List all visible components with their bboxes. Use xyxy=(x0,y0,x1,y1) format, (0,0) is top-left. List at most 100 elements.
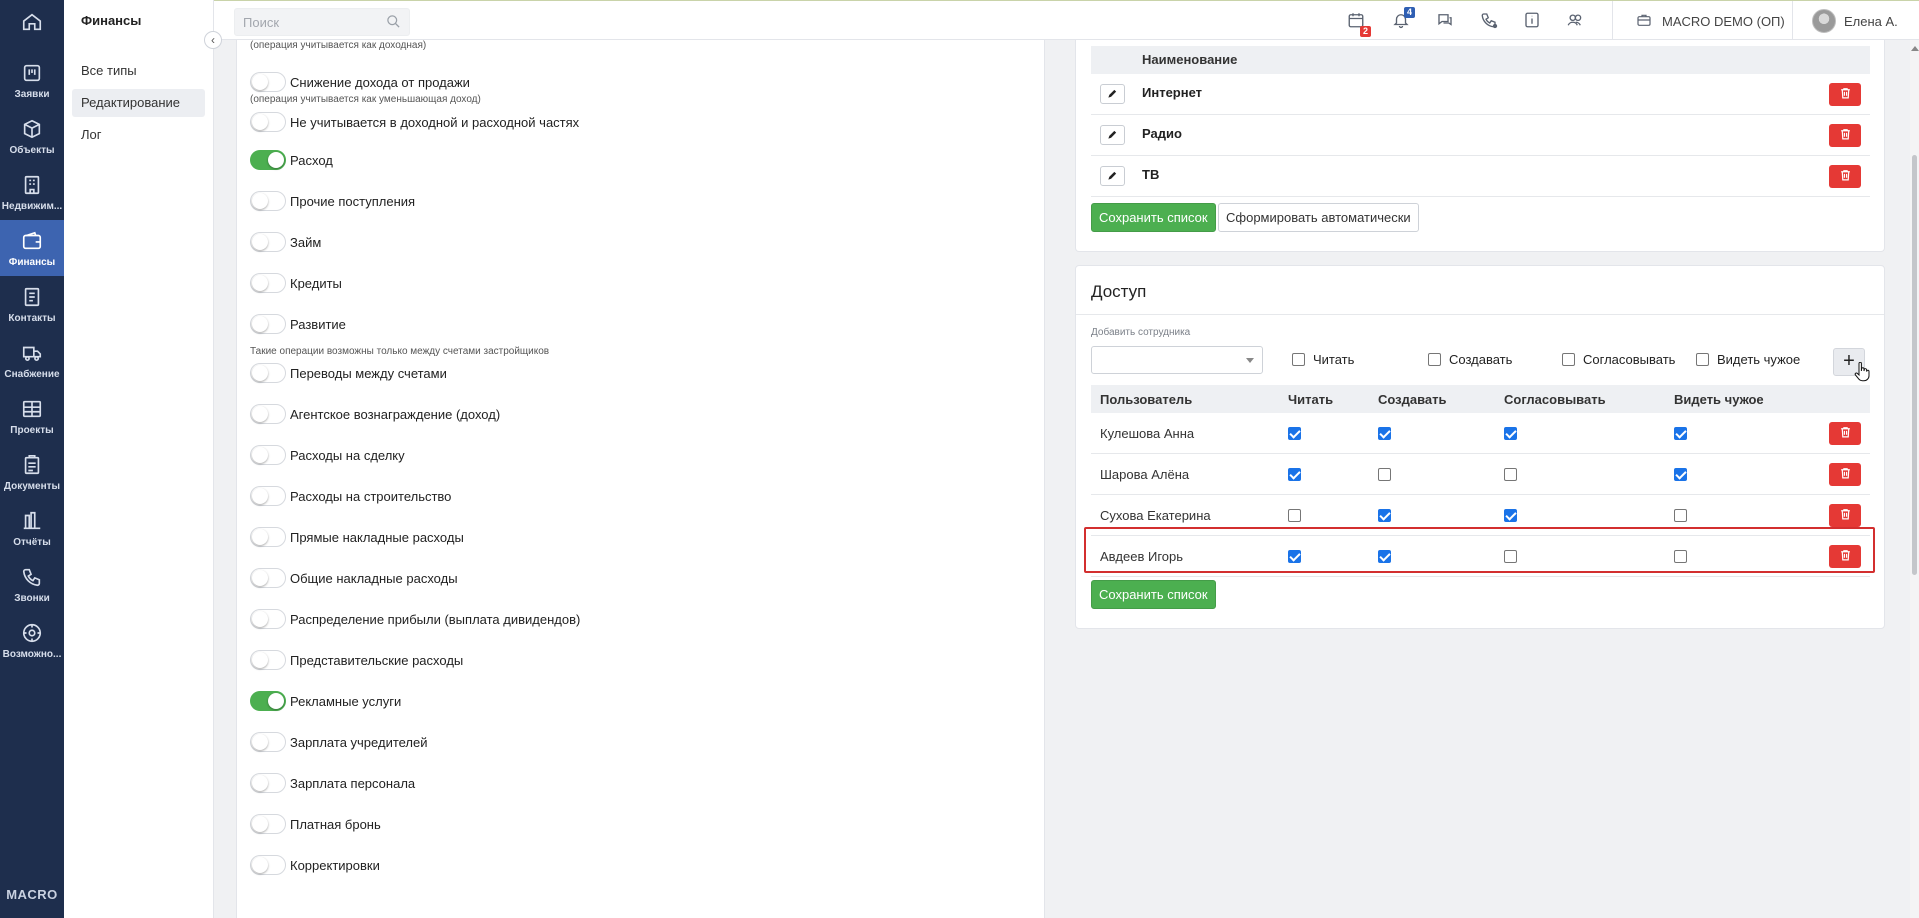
see-others-checkbox[interactable] xyxy=(1674,509,1687,522)
toggle-switch[interactable] xyxy=(250,191,286,211)
rail-item-label: Контакты xyxy=(8,312,56,324)
read-checkbox[interactable] xyxy=(1288,550,1301,563)
delete-button[interactable] xyxy=(1829,463,1861,486)
list-row: Радио xyxy=(1091,115,1870,156)
create-checkbox[interactable] xyxy=(1378,509,1391,522)
approve-checkbox[interactable] xyxy=(1562,353,1575,366)
sidebar-item-all-types[interactable]: Все типы xyxy=(72,57,205,85)
option-create[interactable]: Создавать xyxy=(1428,352,1512,367)
option-approve[interactable]: Согласовывать xyxy=(1562,352,1675,367)
sidebar-item-log[interactable]: Лог xyxy=(72,121,205,149)
see-others-checkbox[interactable] xyxy=(1696,353,1709,366)
toggle-row: Переводы между счетами xyxy=(250,362,447,384)
notifications-button[interactable]: 4 xyxy=(1389,7,1415,32)
approve-checkbox[interactable] xyxy=(1504,509,1517,522)
search-icon[interactable] xyxy=(386,14,401,32)
read-checkbox[interactable] xyxy=(1288,427,1301,440)
rail-item-9[interactable]: Отчёты xyxy=(0,500,64,556)
home-button[interactable] xyxy=(0,2,64,42)
rail-item-11[interactable]: Возможно... xyxy=(0,612,64,668)
toggle-row: Представительские расходы xyxy=(250,649,463,671)
rail-item-3[interactable]: Недвижим... xyxy=(0,164,64,220)
collapse-sidebar-button[interactable]: ‹ xyxy=(204,31,222,49)
toggle-switch[interactable] xyxy=(250,486,286,506)
option-read[interactable]: Читать xyxy=(1292,352,1354,367)
read-checkbox[interactable] xyxy=(1288,468,1301,481)
delete-button[interactable] xyxy=(1829,165,1861,188)
toggle-switch[interactable] xyxy=(250,568,286,588)
delete-button[interactable] xyxy=(1829,422,1861,445)
see-others-checkbox[interactable] xyxy=(1674,427,1687,440)
generate-auto-button[interactable]: Сформировать автоматически xyxy=(1218,203,1419,232)
delete-button[interactable] xyxy=(1829,504,1861,527)
create-checkbox[interactable] xyxy=(1428,353,1441,366)
rail-item-10[interactable]: Звонки xyxy=(0,556,64,612)
notifications-badge: 4 xyxy=(1403,7,1415,18)
scroll-up-arrow-icon[interactable] xyxy=(1911,46,1919,51)
calendar-button[interactable]: 2 xyxy=(1344,10,1371,37)
chat-button[interactable] xyxy=(1433,10,1457,32)
toggle-switch[interactable] xyxy=(250,363,286,383)
save-list-button[interactable]: Сохранить список xyxy=(1091,203,1216,232)
rail-item-4[interactable]: Финансы xyxy=(0,220,64,276)
edit-button[interactable] xyxy=(1100,84,1125,104)
option-approve-label: Согласовывать xyxy=(1583,352,1676,367)
toggle-switch[interactable] xyxy=(250,527,286,547)
toggle-switch[interactable] xyxy=(250,609,286,629)
search-input[interactable] xyxy=(235,9,375,35)
sidebar-item-editing[interactable]: Редактирование xyxy=(72,89,205,117)
read-checkbox[interactable] xyxy=(1288,509,1301,522)
toggle-switch[interactable] xyxy=(250,773,286,793)
info-button[interactable] xyxy=(1520,10,1544,32)
rail-item-1[interactable]: Заявки xyxy=(0,52,64,108)
create-checkbox[interactable] xyxy=(1378,550,1391,563)
toggle-switch[interactable] xyxy=(250,691,286,711)
rail-item-2[interactable]: Объекты xyxy=(0,108,64,164)
toggle-switch[interactable] xyxy=(250,150,286,170)
access-user-name: Сухова Екатерина xyxy=(1100,508,1211,523)
toggle-switch[interactable] xyxy=(250,112,286,132)
toggle-switch[interactable] xyxy=(250,314,286,334)
rail-item-label: Звонки xyxy=(14,592,50,604)
toggle-label: Общие накладные расходы xyxy=(290,570,458,586)
delete-button[interactable] xyxy=(1829,83,1861,106)
rail-item-7[interactable]: Проекты xyxy=(0,388,64,444)
phone-status-button[interactable] xyxy=(1477,10,1501,32)
see-others-checkbox[interactable] xyxy=(1674,468,1687,481)
toggle-switch[interactable] xyxy=(250,404,286,424)
toggle-switch[interactable] xyxy=(250,273,286,293)
approve-checkbox[interactable] xyxy=(1504,427,1517,440)
rail-item-label: Снабжение xyxy=(4,368,60,380)
create-checkbox[interactable] xyxy=(1378,427,1391,440)
toggle-switch[interactable] xyxy=(250,814,286,834)
option-see-others[interactable]: Видеть чужое xyxy=(1696,352,1800,367)
rail-item-8[interactable]: Документы xyxy=(0,444,64,500)
read-checkbox[interactable] xyxy=(1292,353,1305,366)
user-menu[interactable]: Елена А. xyxy=(1812,8,1898,34)
toggle-row: Кредиты xyxy=(250,272,342,294)
see-others-checkbox[interactable] xyxy=(1674,550,1687,563)
delete-button[interactable] xyxy=(1829,545,1861,568)
delete-button[interactable] xyxy=(1829,124,1861,147)
edit-button[interactable] xyxy=(1100,125,1125,145)
scrollbar-thumb[interactable] xyxy=(1912,155,1917,575)
toggle-switch[interactable] xyxy=(250,72,286,92)
chevron-left-icon: ‹ xyxy=(211,33,215,47)
toggle-switch[interactable] xyxy=(250,232,286,252)
toggle-label: Рекламные услуги xyxy=(290,693,402,709)
team-button[interactable] xyxy=(1563,10,1587,32)
toggle-switch[interactable] xyxy=(250,445,286,465)
rail-item-5[interactable]: Контакты xyxy=(0,276,64,332)
toggle-switch[interactable] xyxy=(250,855,286,875)
approve-checkbox[interactable] xyxy=(1504,468,1517,481)
organization-switcher[interactable]: MACRO DEMO (ОП) xyxy=(1636,11,1785,31)
create-checkbox[interactable] xyxy=(1378,468,1391,481)
edit-button[interactable] xyxy=(1100,166,1125,186)
toggle-label: Прямые накладные расходы xyxy=(290,529,464,545)
toggle-switch[interactable] xyxy=(250,732,286,752)
approve-checkbox[interactable] xyxy=(1504,550,1517,563)
toggle-switch[interactable] xyxy=(250,650,286,670)
employee-select[interactable] xyxy=(1091,346,1263,374)
rail-item-6[interactable]: Снабжение xyxy=(0,332,64,388)
save-access-button[interactable]: Сохранить список xyxy=(1091,580,1216,609)
